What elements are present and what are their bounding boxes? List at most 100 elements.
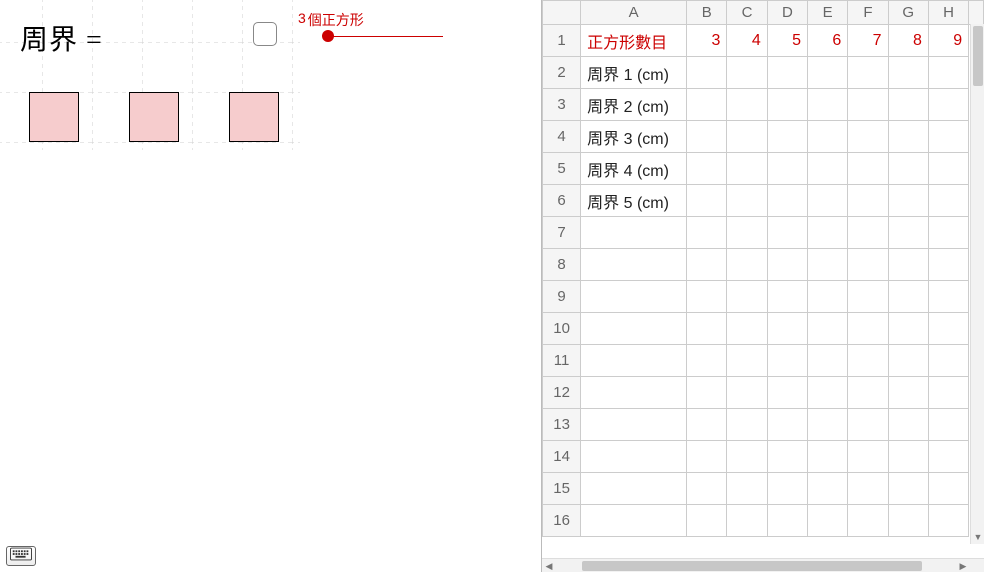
cell[interactable]: 8 — [888, 25, 928, 57]
cell[interactable] — [687, 409, 727, 441]
cell[interactable] — [808, 505, 848, 537]
cell[interactable] — [928, 57, 968, 89]
cell[interactable] — [767, 217, 807, 249]
cell[interactable] — [928, 89, 968, 121]
cell[interactable] — [848, 377, 888, 409]
perimeter-checkbox[interactable] — [253, 22, 277, 46]
cell[interactable] — [928, 505, 968, 537]
row-header[interactable]: 3 — [543, 89, 581, 121]
cell[interactable] — [727, 153, 767, 185]
cell[interactable]: 4 — [727, 25, 767, 57]
row-header[interactable]: 5 — [543, 153, 581, 185]
cell[interactable] — [767, 281, 807, 313]
cell[interactable]: 周界 3 (cm) — [581, 121, 687, 153]
cell[interactable] — [727, 89, 767, 121]
cell[interactable] — [848, 313, 888, 345]
cell[interactable]: 周界 4 (cm) — [581, 153, 687, 185]
geometry-canvas[interactable]: 周界 = 3 個正方形 — [0, 0, 541, 572]
cell[interactable] — [767, 505, 807, 537]
cell[interactable]: 5 — [767, 25, 807, 57]
row-header[interactable]: 7 — [543, 217, 581, 249]
square-shape[interactable] — [229, 92, 279, 142]
cell[interactable] — [767, 377, 807, 409]
cell[interactable] — [928, 121, 968, 153]
slider-track[interactable] — [328, 36, 443, 37]
row-header[interactable]: 14 — [543, 441, 581, 473]
cell[interactable] — [928, 409, 968, 441]
column-header[interactable]: B — [687, 1, 727, 25]
column-header[interactable]: C — [727, 1, 767, 25]
horizontal-scroll-thumb[interactable] — [582, 561, 922, 571]
cell[interactable] — [767, 121, 807, 153]
scroll-down-arrow[interactable]: ▼ — [971, 530, 984, 544]
cell[interactable] — [767, 153, 807, 185]
cell[interactable] — [687, 281, 727, 313]
cell[interactable] — [848, 345, 888, 377]
cell[interactable] — [928, 377, 968, 409]
cell[interactable] — [928, 153, 968, 185]
cell[interactable]: 周界 1 (cm) — [581, 57, 687, 89]
cell[interactable] — [848, 505, 888, 537]
cell[interactable] — [727, 281, 767, 313]
cell[interactable] — [687, 153, 727, 185]
select-all-corner[interactable] — [543, 1, 581, 25]
cell[interactable] — [767, 473, 807, 505]
cell[interactable] — [928, 345, 968, 377]
vertical-scrollbar[interactable]: ▼ — [970, 24, 984, 544]
spreadsheet-table[interactable]: ABCDEFGH 1正方形數目34567892周界 1 (cm)3周界 2 (c… — [542, 0, 984, 537]
row-header[interactable]: 1 — [543, 25, 581, 57]
column-header[interactable]: D — [767, 1, 807, 25]
cell[interactable] — [888, 217, 928, 249]
horizontal-scrollbar[interactable]: ◀ ▶ — [542, 558, 984, 572]
row-header[interactable]: 16 — [543, 505, 581, 537]
row-header[interactable]: 6 — [543, 185, 581, 217]
cell[interactable] — [727, 505, 767, 537]
cell[interactable]: 周界 5 (cm) — [581, 185, 687, 217]
column-header[interactable]: E — [808, 1, 848, 25]
cell[interactable] — [848, 281, 888, 313]
row-header[interactable]: 12 — [543, 377, 581, 409]
square-shape[interactable] — [129, 92, 179, 142]
cell[interactable] — [581, 409, 687, 441]
cell[interactable] — [727, 409, 767, 441]
cell[interactable] — [687, 249, 727, 281]
cell[interactable] — [888, 505, 928, 537]
scroll-right-arrow[interactable]: ▶ — [956, 559, 970, 573]
cell[interactable]: 3 — [687, 25, 727, 57]
square-count-slider[interactable]: 3 個正方形 — [298, 10, 418, 37]
cell[interactable] — [581, 313, 687, 345]
cell[interactable] — [808, 377, 848, 409]
cell[interactable] — [888, 377, 928, 409]
cell[interactable] — [727, 313, 767, 345]
cell[interactable] — [687, 377, 727, 409]
cell[interactable] — [848, 441, 888, 473]
cell[interactable] — [848, 121, 888, 153]
cell[interactable] — [808, 249, 848, 281]
cell[interactable] — [767, 185, 807, 217]
cell[interactable] — [581, 249, 687, 281]
cell[interactable] — [928, 473, 968, 505]
cell[interactable] — [888, 89, 928, 121]
cell[interactable] — [727, 441, 767, 473]
cell[interactable] — [687, 313, 727, 345]
cell[interactable]: 周界 2 (cm) — [581, 89, 687, 121]
column-header[interactable]: H — [928, 1, 968, 25]
cell[interactable] — [727, 57, 767, 89]
cell[interactable] — [928, 281, 968, 313]
cell[interactable] — [767, 313, 807, 345]
cell[interactable] — [767, 441, 807, 473]
cell[interactable] — [808, 185, 848, 217]
cell[interactable] — [687, 121, 727, 153]
cell[interactable]: 9 — [928, 25, 968, 57]
cell[interactable] — [581, 377, 687, 409]
column-header[interactable]: F — [848, 1, 888, 25]
cell[interactable] — [848, 473, 888, 505]
cell[interactable] — [581, 281, 687, 313]
cell[interactable] — [581, 473, 687, 505]
cell[interactable] — [928, 313, 968, 345]
cell[interactable] — [848, 153, 888, 185]
cell[interactable] — [808, 473, 848, 505]
cell[interactable] — [888, 185, 928, 217]
cell[interactable] — [888, 345, 928, 377]
cell[interactable] — [727, 185, 767, 217]
